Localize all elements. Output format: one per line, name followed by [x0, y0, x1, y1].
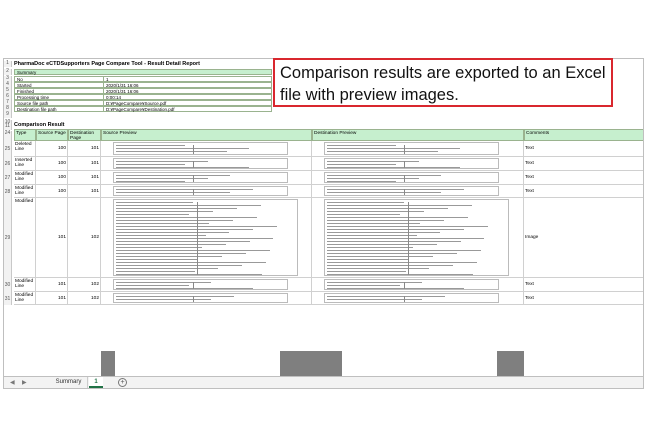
- destination-preview-image: [324, 172, 499, 183]
- summary-row: Destination file path D:¥PageCompare¥Dest…: [14, 106, 272, 112]
- row-source-page: 101: [36, 198, 68, 278]
- source-preview-image: [113, 142, 288, 155]
- row-number: 26: [4, 157, 12, 171]
- row-source-page: 100: [36, 171, 68, 185]
- row-source-page: 101: [36, 292, 68, 305]
- row-destination-page: 102: [68, 278, 101, 292]
- row-type: Deleted Line: [14, 141, 36, 157]
- destination-preview-image: [324, 293, 499, 303]
- row-type: Modified Line: [14, 292, 36, 305]
- source-preview-image: [113, 186, 288, 196]
- destination-preview-cell: [312, 185, 524, 198]
- destination-preview-image: [324, 158, 499, 169]
- source-preview-image: [113, 172, 288, 183]
- row-type: Modified Line: [14, 185, 36, 198]
- col-header-source-preview: Source Preview: [101, 129, 312, 141]
- row-number: 27: [4, 171, 12, 185]
- row-type: Modified Line: [14, 278, 36, 292]
- source-preview-image: [101, 351, 312, 376]
- row-comment: Text: [524, 278, 643, 292]
- destination-preview-image: [324, 142, 499, 155]
- destination-preview-cell: [312, 141, 524, 157]
- source-preview-cell: [101, 292, 312, 305]
- source-preview-cell: [101, 171, 312, 185]
- summary-header: Summary: [14, 69, 272, 75]
- row-comment: Text: [524, 157, 643, 171]
- source-preview-cell: [101, 185, 312, 198]
- row-number: 24: [4, 131, 12, 141]
- source-preview-cell: [101, 278, 312, 292]
- add-sheet-button[interactable]: +: [118, 378, 127, 387]
- col-header-destination-page: Destination Page: [68, 129, 101, 141]
- row-type: Inserted Line: [14, 157, 36, 171]
- source-preview-image: [113, 158, 288, 169]
- comparison-result-title: Comparison Result: [14, 122, 65, 128]
- destination-preview-cell: [312, 157, 524, 171]
- row-comment: Text: [524, 292, 643, 305]
- row-number: 30: [4, 278, 12, 292]
- callout-box: Comparison results are exported to an Ex…: [273, 58, 613, 107]
- next-sheet-icon[interactable]: ▶: [22, 379, 27, 386]
- destination-preview-cell: [312, 278, 524, 292]
- row-comment: Text: [524, 185, 643, 198]
- destination-preview-image: [312, 351, 524, 376]
- row-source-page: 101: [36, 278, 68, 292]
- row-source-page: 100: [36, 157, 68, 171]
- col-header-source-page: Source Page: [36, 129, 68, 141]
- source-preview-cell: [101, 157, 312, 171]
- row-destination-page: 102: [68, 198, 101, 278]
- row-destination-page: 101: [68, 141, 101, 157]
- report-title: PharmaDoc eCTDSupporters Page Compare To…: [14, 61, 201, 67]
- sheet-tab-bar: ◀ ▶ Summary 1 +: [3, 377, 644, 389]
- source-preview-image: [113, 279, 288, 290]
- destination-preview-image: [324, 279, 499, 290]
- tab-summary[interactable]: Summary: [50, 377, 88, 388]
- row-number: 31: [4, 292, 12, 305]
- source-preview-image: [113, 199, 298, 276]
- row-number: 28: [4, 185, 12, 198]
- destination-preview-cell: [312, 292, 524, 305]
- row-type: Modified Line: [14, 171, 36, 185]
- col-header-type: Type: [14, 129, 36, 141]
- destination-preview-cell: [312, 198, 524, 278]
- row-destination-page: 101: [68, 157, 101, 171]
- row-comment: Text: [524, 141, 643, 157]
- row-source-page: 100: [36, 185, 68, 198]
- row-source-page: 100: [36, 141, 68, 157]
- destination-preview-image: [324, 199, 509, 276]
- row-number: 25: [4, 141, 12, 157]
- row-number: 9: [4, 112, 12, 118]
- row-destination-page: 101: [68, 171, 101, 185]
- source-preview-cell: [101, 198, 312, 278]
- destination-preview-cell: [312, 171, 524, 185]
- row-comment: Text: [524, 171, 643, 185]
- row-comment: Image: [524, 198, 643, 278]
- source-preview-cell: [101, 141, 312, 157]
- row-destination-page: 102: [68, 292, 101, 305]
- row-number: 29: [4, 198, 12, 278]
- col-header-destination-preview: Destination Preview: [312, 129, 524, 141]
- row-destination-page: 101: [68, 185, 101, 198]
- source-preview-image: [113, 293, 288, 303]
- row-number: 1: [4, 61, 12, 67]
- row-type: Modified: [14, 198, 36, 278]
- destination-preview-image: [324, 186, 499, 196]
- col-header-comments: Comments: [524, 129, 643, 141]
- prev-sheet-icon[interactable]: ◀: [10, 379, 15, 386]
- tab-detail[interactable]: 1: [89, 377, 103, 388]
